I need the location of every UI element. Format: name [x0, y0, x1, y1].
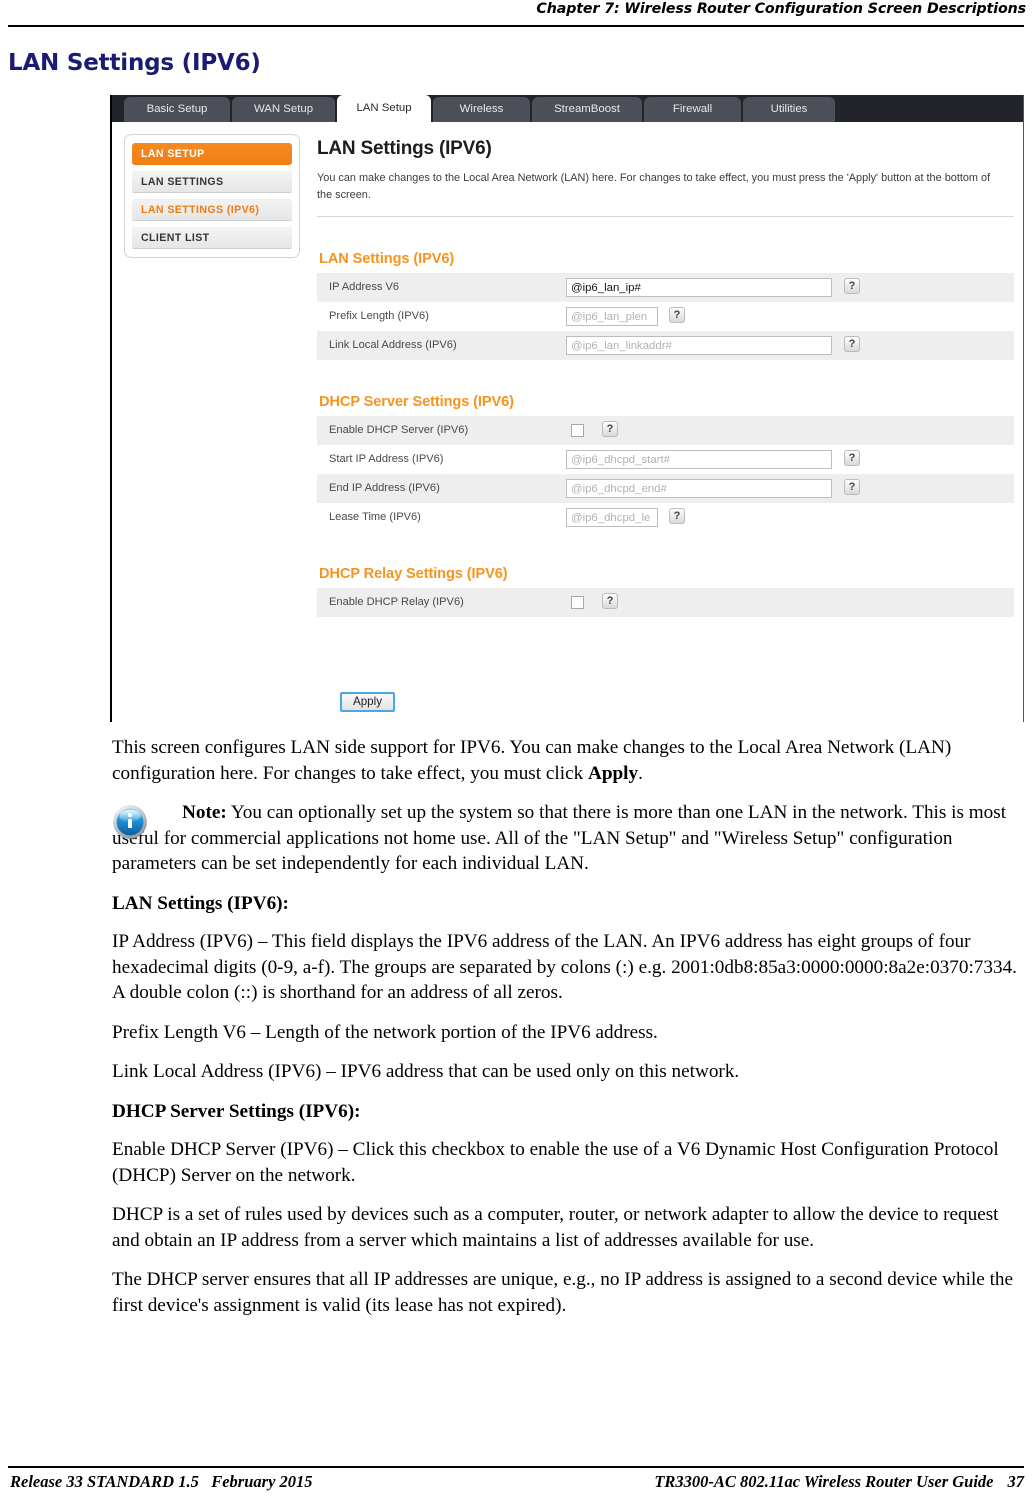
settings-row: Prefix Length (IPV6) @ip6_lan_plen?	[317, 302, 1014, 331]
chapter-title: Chapter 7: Wireless Router Configuration…	[536, 1, 1026, 17]
settings-row: End IP Address (IPV6) @ip6_dhcpd_end#?	[317, 474, 1014, 503]
paragraph-ip-address: IP Address (IPV6) – This field displays …	[112, 931, 1017, 1003]
note-label: Note:	[182, 802, 227, 823]
intro-paragraph: This screen configures LAN side support …	[112, 735, 1024, 786]
heading-lan-settings: LAN Settings (IPV6):	[112, 892, 289, 914]
sidebar-item-client-list[interactable]: CLIENT LIST	[132, 227, 292, 249]
header-rule	[8, 25, 1024, 27]
help-icon[interactable]: ?	[844, 450, 860, 466]
help-icon[interactable]: ?	[669, 307, 685, 323]
input-end-ip-address-ipv6[interactable]: @ip6_dhcpd_end#	[566, 479, 832, 498]
tab-wireless[interactable]: Wireless	[433, 97, 530, 122]
footer-right: TR3300-AC 802.11ac Wireless Router User …	[654, 1472, 1024, 1492]
section-title-0: LAN Settings (IPV6)	[319, 251, 455, 267]
settings-row: Enable DHCP Server (IPV6)?	[317, 416, 1014, 445]
paragraph-dhcp-unique: The DHCP server ensures that all IP addr…	[112, 1269, 1014, 1316]
footer-rule	[8, 1466, 1024, 1468]
settings-sections: LAN Settings (IPV6) IP Address V6 @ip6_lan…	[317, 251, 1017, 617]
tab-basic-setup[interactable]: Basic Setup	[124, 97, 230, 122]
tab-utilities[interactable]: Utilities	[743, 97, 835, 122]
heading-dhcp-server-settings: DHCP Server Settings (IPV6):	[112, 1100, 361, 1122]
note-text: You can optionally set up the system so …	[112, 802, 1007, 874]
running-header: Chapter 7: Wireless Router Configuration…	[0, 0, 1032, 26]
input-prefix-length-ipv6[interactable]: @ip6_lan_plen	[566, 307, 658, 326]
checkbox-enable-dhcp-relay-ipv6[interactable]	[571, 596, 584, 609]
panel-description: You can make changes to the Local Area N…	[317, 172, 991, 201]
help-icon[interactable]: ?	[602, 421, 618, 437]
row-label: Prefix Length (IPV6)	[329, 310, 429, 322]
row-label: End IP Address (IPV6)	[329, 482, 440, 494]
document-body: This screen configures LAN side support …	[112, 735, 1024, 1332]
help-icon[interactable]: ?	[844, 479, 860, 495]
paragraph-enable-dhcp: Enable DHCP Server (IPV6) – Click this c…	[112, 1139, 999, 1186]
row-label: IP Address V6	[329, 281, 400, 293]
footer-page-number: 37	[1007, 1472, 1025, 1491]
settings-row: Enable DHCP Relay (IPV6)?	[317, 588, 1014, 617]
settings-row: Start IP Address (IPV6) @ip6_dhcpd_start#…	[317, 445, 1014, 474]
footer-left: Release 33 STANDARD 1.5 February 2015	[10, 1472, 313, 1492]
checkbox-enable-dhcp-server-ipv6[interactable]	[571, 424, 584, 437]
footer-release: Release 33 STANDARD 1.5	[10, 1472, 199, 1491]
row-label: Enable DHCP Server (IPV6)	[329, 424, 469, 436]
paragraph-prefix-length: Prefix Length V6 – Length of the network…	[112, 1021, 658, 1043]
row-label: Start IP Address (IPV6)	[329, 453, 444, 465]
row-label: Link Local Address (IPV6)	[329, 339, 457, 351]
note-block: Note: You can optionally set up the syst…	[112, 800, 1024, 877]
settings-row: Lease Time (IPV6) @ip6_dhcpd_le?	[317, 503, 1014, 532]
input-ip-address-v6[interactable]: @ip6_lan_ip#	[566, 278, 832, 297]
settings-row: IP Address V6 @ip6_lan_ip#?	[317, 273, 1014, 302]
router-ui-body: LAN SETUP LAN SETTINGS LAN SETTINGS (IPV6)…	[112, 122, 1023, 722]
section-title-1: DHCP Server Settings (IPV6)	[319, 394, 514, 410]
input-lease-time-ipv6[interactable]: @ip6_dhcpd_le	[566, 508, 658, 527]
settings-row: Link Local Address (IPV6) @ip6_lan_linkad…	[317, 331, 1014, 360]
note-paragraph: Note: You can optionally set up the syst…	[112, 800, 1024, 877]
panel-heading: LAN Settings (IPV6)	[317, 138, 492, 159]
help-icon[interactable]: ?	[844, 278, 860, 294]
sidebar-heading-lan-setup[interactable]: LAN SETUP	[132, 143, 292, 165]
router-ui-screenshot: Basic Setup WAN Setup LAN Setup Wireless Str…	[110, 95, 1024, 722]
footer-date: February 2015	[211, 1472, 313, 1491]
tab-streamboost[interactable]: StreamBoost	[532, 97, 642, 122]
tab-firewall[interactable]: Firewall	[644, 97, 741, 122]
page-title: LAN Settings (IPV6)	[8, 50, 261, 76]
apply-button[interactable]: Apply	[340, 692, 395, 712]
tab-lan-setup[interactable]: LAN Setup	[337, 95, 431, 122]
row-label: Enable DHCP Relay (IPV6)	[329, 596, 464, 608]
sidebar: LAN SETUP LAN SETTINGS LAN SETTINGS (IPV6)…	[124, 134, 300, 258]
help-icon[interactable]: ?	[602, 593, 618, 609]
tab-bar: Basic Setup WAN Setup LAN Setup Wireless Str…	[112, 95, 1023, 122]
input-start-ip-address-ipv6[interactable]: @ip6_dhcpd_start#	[566, 450, 832, 469]
info-icon	[113, 805, 147, 839]
panel-divider	[317, 216, 1014, 217]
sidebar-item-lan-settings[interactable]: LAN SETTINGS	[132, 171, 292, 193]
paragraph-link-local: Link Local Address (IPV6) – IPV6 address…	[112, 1061, 740, 1082]
help-icon[interactable]: ?	[669, 508, 685, 524]
main-panel: LAN Settings (IPV6) You can make changes…	[317, 132, 1017, 617]
intro-text-1: This screen configures LAN side support …	[112, 737, 952, 784]
paragraph-dhcp-rules: DHCP is a set of rules used by devices s…	[112, 1204, 999, 1251]
intro-text-end: .	[638, 762, 643, 784]
sidebar-item-lan-settings-ipv6[interactable]: LAN SETTINGS (IPV6)	[132, 199, 292, 221]
section-title-2: DHCP Relay Settings (IPV6)	[319, 566, 508, 582]
tab-wan-setup[interactable]: WAN Setup	[232, 97, 335, 122]
apply-emphasis: Apply	[587, 762, 639, 784]
row-label: Lease Time (IPV6)	[329, 511, 421, 523]
input-link-local-address-ipv6[interactable]: @ip6_lan_linkaddr#	[566, 336, 832, 355]
footer-guide: TR3300-AC 802.11ac Wireless Router User …	[654, 1472, 994, 1491]
help-icon[interactable]: ?	[844, 336, 860, 352]
